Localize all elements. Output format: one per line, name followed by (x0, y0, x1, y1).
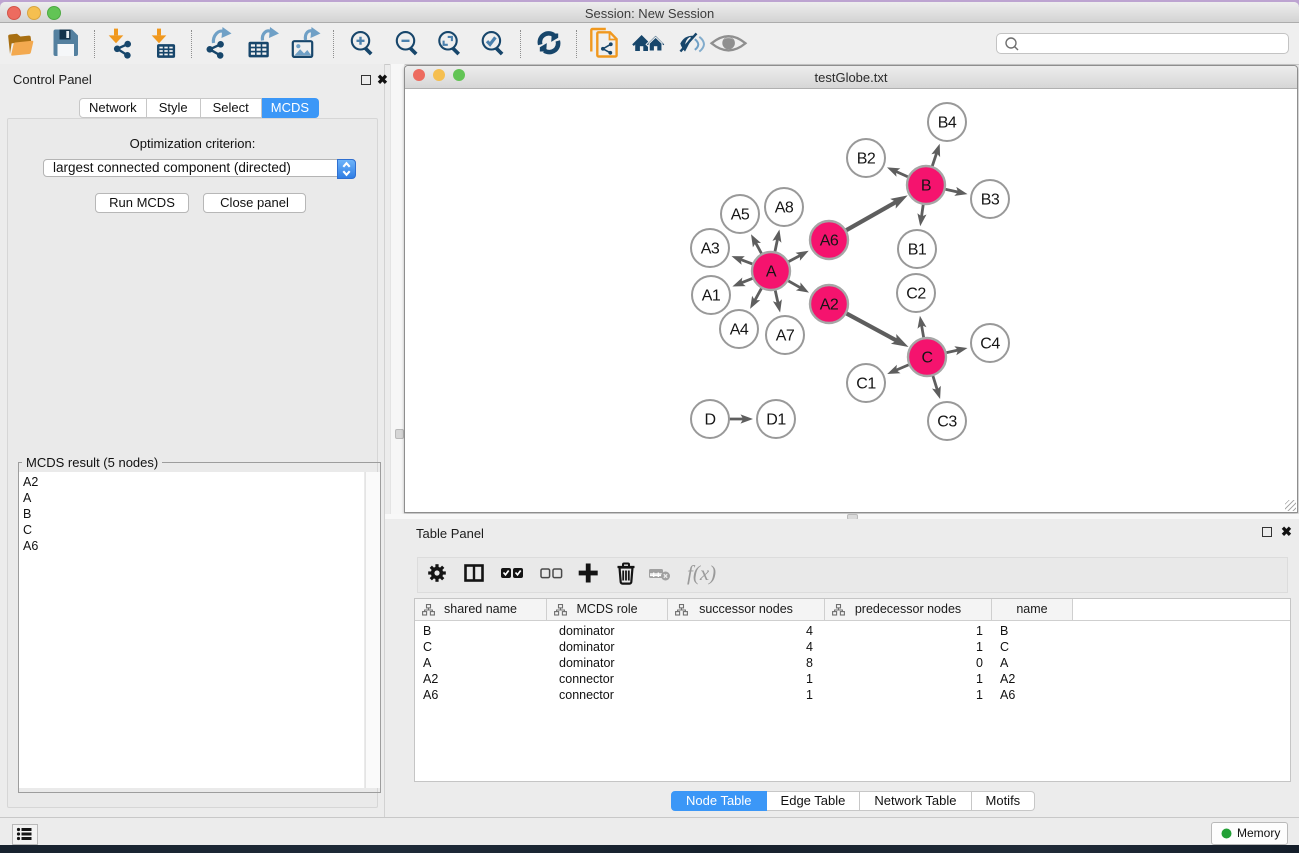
svg-text:A3: A3 (701, 241, 720, 258)
svg-text:B4: B4 (938, 115, 957, 132)
svg-text:C: C (921, 350, 932, 367)
svg-text:B3: B3 (981, 192, 1000, 209)
svg-text:D1: D1 (766, 412, 786, 429)
svg-text:A1: A1 (702, 288, 721, 305)
svg-text:f(x): f(x) (687, 561, 716, 585)
svg-text:A4: A4 (730, 322, 749, 339)
svg-text:C3: C3 (937, 414, 957, 431)
svg-text:A: A (766, 264, 777, 281)
svg-text:A7: A7 (776, 328, 795, 345)
svg-text:A5: A5 (731, 207, 750, 224)
svg-text:A6: A6 (820, 233, 839, 250)
svg-text:D: D (704, 412, 715, 429)
svg-text:A8: A8 (775, 200, 794, 217)
svg-text:B2: B2 (857, 151, 876, 168)
svg-text:A2: A2 (820, 297, 839, 314)
svg-text:C4: C4 (980, 336, 1000, 353)
svg-text:C1: C1 (856, 376, 876, 393)
svg-text:C2: C2 (906, 286, 926, 303)
svg-text:B: B (921, 178, 931, 195)
svg-text:B1: B1 (908, 242, 927, 259)
